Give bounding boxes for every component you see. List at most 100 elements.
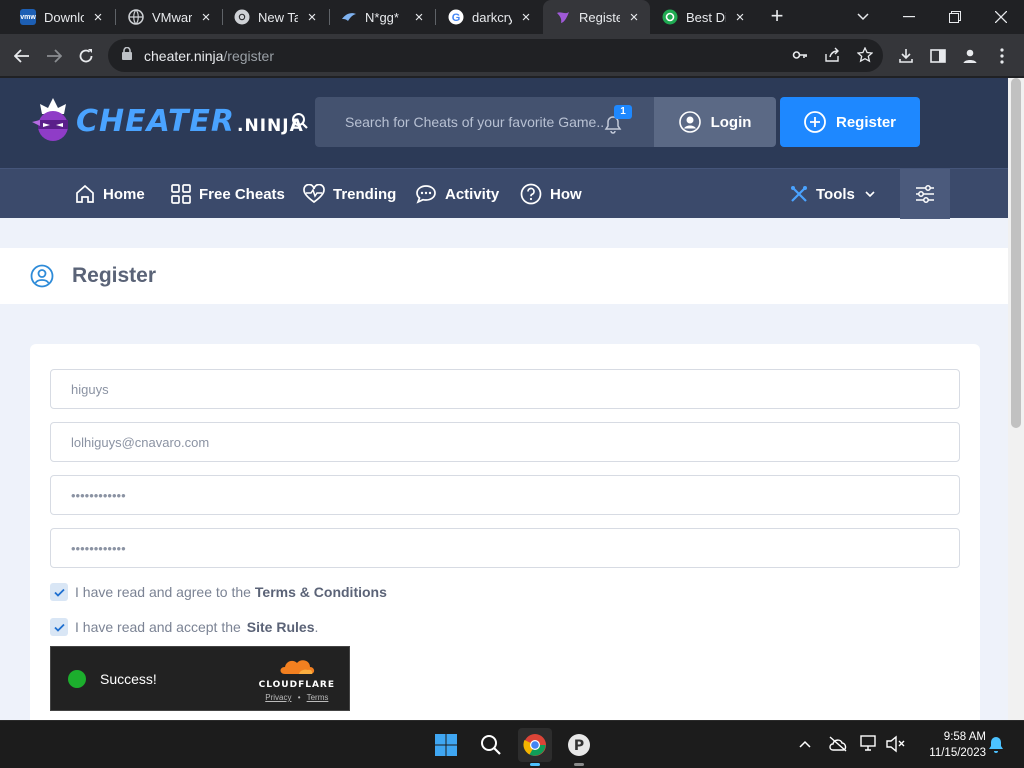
close-icon[interactable]: × xyxy=(90,9,106,26)
close-icon[interactable]: × xyxy=(304,9,320,26)
browser-toolbar: cheater.ninja/register xyxy=(0,34,1024,77)
nav-trending[interactable]: Trending xyxy=(303,169,396,219)
scrollbar-thumb[interactable] xyxy=(1011,78,1021,428)
tools-dropdown[interactable]: Tools xyxy=(790,169,875,219)
clock-date: 11/15/2023 xyxy=(929,747,986,759)
menu-icon[interactable] xyxy=(988,42,1016,70)
site-nav: Home Free Cheats Trending Activity How T… xyxy=(0,168,1008,219)
rules-checkbox[interactable] xyxy=(50,618,68,636)
nav-label: How xyxy=(550,185,582,203)
terms-link[interactable]: Terms & Conditions xyxy=(255,584,387,600)
reload-button[interactable] xyxy=(72,42,100,70)
page-scrollbar[interactable] xyxy=(1008,78,1024,720)
browser-tab[interactable]: N*gg* × xyxy=(329,0,435,34)
nav-label: Activity xyxy=(445,185,500,203)
chevron-up-icon[interactable] xyxy=(799,735,811,753)
browser-tab-active[interactable]: Registe × xyxy=(543,0,650,34)
svg-text:G: G xyxy=(452,12,461,24)
terms-checkbox[interactable] xyxy=(50,583,68,601)
start-button[interactable] xyxy=(429,728,463,762)
register-button[interactable]: Register xyxy=(780,97,920,147)
settings-sliders-button[interactable] xyxy=(900,169,950,219)
taskbar-search-button[interactable] xyxy=(474,728,508,762)
browser-tab[interactable]: Best Di × xyxy=(650,0,756,34)
nav-how[interactable]: How xyxy=(520,169,582,219)
email-input[interactable] xyxy=(71,434,959,450)
xbox-icon xyxy=(662,9,678,25)
link-separator: • xyxy=(297,693,301,702)
login-button[interactable]: Login xyxy=(654,97,776,147)
cheater-ninja-icon xyxy=(555,9,571,25)
restore-button[interactable] xyxy=(932,0,978,34)
notification-badge: 1 xyxy=(614,105,632,119)
tab-search-button[interactable] xyxy=(840,0,886,34)
system-clock[interactable]: 9:58 AM 11/15/2023 xyxy=(916,729,986,761)
windows-icon xyxy=(435,734,457,756)
taskbar-proton-app[interactable]: P xyxy=(562,728,596,766)
register-label: Register xyxy=(835,113,897,131)
cloudflare-captcha[interactable]: Success! CLOUDFLARE Privacy • Terms xyxy=(50,646,350,711)
heartbeat-icon xyxy=(303,184,325,204)
email-field[interactable] xyxy=(50,422,960,462)
svg-text:P: P xyxy=(574,738,584,754)
close-icon[interactable]: × xyxy=(518,9,534,26)
address-bar[interactable]: cheater.ninja/register xyxy=(108,39,883,72)
share-icon[interactable] xyxy=(824,47,840,68)
terms-checkbox-row: I have read and agree to the Terms & Con… xyxy=(50,582,387,602)
nav-activity[interactable]: Activity xyxy=(415,169,499,219)
key-icon[interactable] xyxy=(792,47,808,68)
side-panel-icon[interactable] xyxy=(924,42,952,70)
browser-tab[interactable]: VMwar × xyxy=(116,0,222,34)
chrome-icon xyxy=(234,9,250,25)
forward-button[interactable] xyxy=(40,42,68,70)
close-icon[interactable]: × xyxy=(411,9,427,26)
close-icon[interactable]: × xyxy=(732,9,748,26)
profile-icon[interactable] xyxy=(956,42,984,70)
privacy-link[interactable]: Privacy xyxy=(265,693,291,702)
network-icon[interactable] xyxy=(860,735,880,758)
close-window-button[interactable] xyxy=(978,0,1024,34)
chat-icon xyxy=(416,185,436,204)
download-icon[interactable] xyxy=(892,42,920,70)
confirm-password-field[interactable] xyxy=(50,528,960,568)
clock-time: 9:58 AM xyxy=(943,731,986,743)
new-tab-button[interactable]: + xyxy=(766,5,788,27)
site-header: CHEATER .NINJA 1 Login Register xyxy=(0,78,1008,168)
nav-home[interactable]: Home xyxy=(75,169,145,219)
cloudflare-cloud-icon xyxy=(280,660,314,674)
rules-link[interactable]: Site Rules xyxy=(247,619,315,635)
checkmark-icon xyxy=(53,588,65,597)
close-icon[interactable]: × xyxy=(198,9,214,26)
confirm-password-input[interactable] xyxy=(71,540,959,556)
logo-text: CHEATER xyxy=(76,103,236,139)
minimize-button[interactable] xyxy=(886,0,932,34)
url-path: /register xyxy=(223,47,274,64)
username-field[interactable] xyxy=(50,369,960,409)
nav-label: Free Cheats xyxy=(199,185,285,203)
rules-suffix: . xyxy=(314,619,319,635)
browser-tab[interactable]: G darkcry × xyxy=(436,0,542,34)
volume-muted-icon[interactable] xyxy=(886,735,906,758)
terms-link-small[interactable]: Terms xyxy=(307,693,329,702)
ninja-mascot-icon xyxy=(32,98,68,141)
search-icon[interactable] xyxy=(291,112,309,135)
close-icon[interactable]: × xyxy=(626,9,642,26)
browser-tab-strip: vmw Downlo × VMwar × New Ta × N*gg* × G … xyxy=(0,0,1024,34)
browser-tab[interactable]: New Ta × xyxy=(222,0,328,34)
browser-tab[interactable]: vmw Downlo × xyxy=(8,0,114,34)
site-logo[interactable]: CHEATER .NINJA xyxy=(30,96,304,146)
cloud-offline-icon[interactable] xyxy=(828,736,848,757)
back-button[interactable] xyxy=(8,42,36,70)
cheat-search-input[interactable] xyxy=(345,114,605,130)
tab-title: N*gg* xyxy=(365,9,399,25)
nav-free-cheats[interactable]: Free Cheats xyxy=(171,169,285,219)
notification-bell-icon[interactable] xyxy=(988,736,1004,759)
url-host: cheater.ninja xyxy=(144,47,224,64)
taskbar-chrome[interactable] xyxy=(518,728,552,766)
taskbar: P 9:58 AM 11/15/2023 xyxy=(0,720,1024,768)
star-icon[interactable] xyxy=(856,46,874,68)
username-input[interactable] xyxy=(71,381,959,397)
password-input[interactable] xyxy=(71,487,959,503)
plus-circle-icon xyxy=(804,111,826,133)
password-field[interactable] xyxy=(50,475,960,515)
